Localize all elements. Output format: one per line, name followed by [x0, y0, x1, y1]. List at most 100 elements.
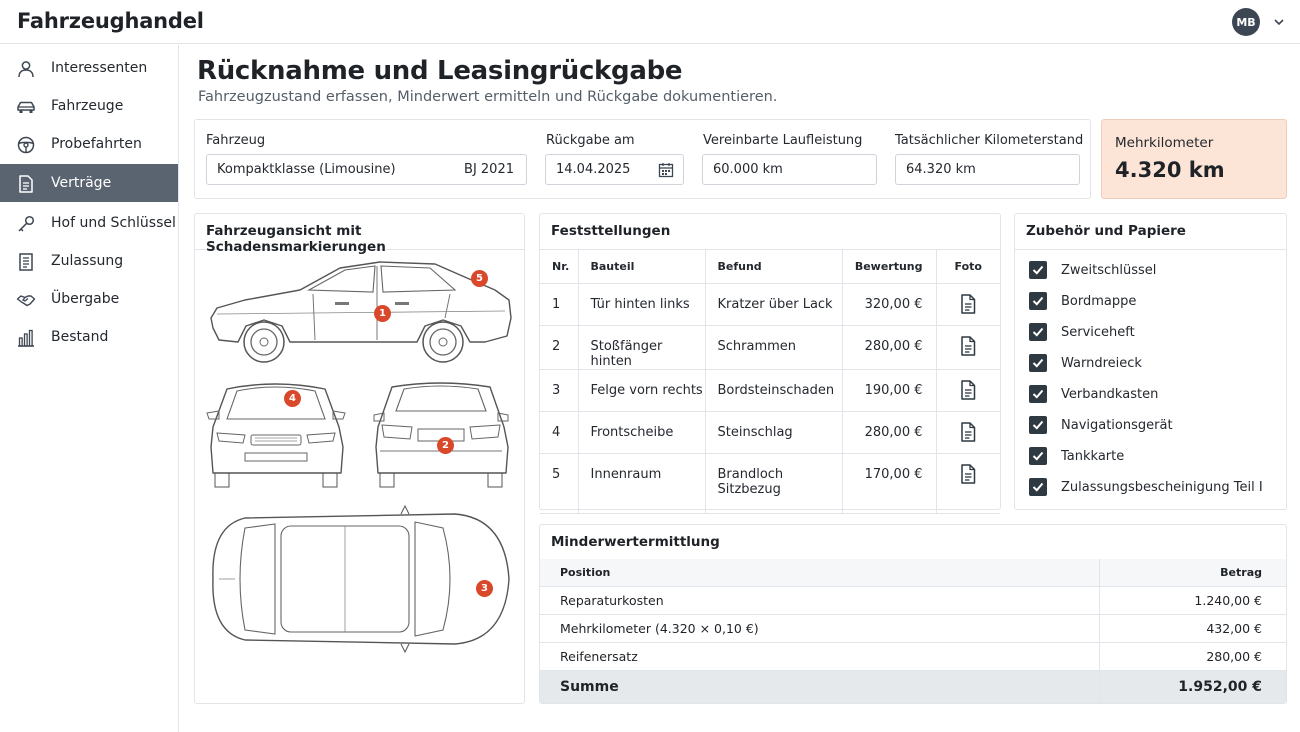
row-photo[interactable] — [936, 453, 1000, 514]
check-icon — [1032, 389, 1044, 399]
page-title: Rücknahme und Leasingrückgabe — [197, 56, 683, 86]
return-date-input[interactable]: 14.04.2025 — [545, 154, 684, 185]
row-finding: Steinschlag — [705, 411, 843, 454]
findings-table: Nr. Bauteil Befund Bewertung Foto 1 Tür h… — [540, 250, 1000, 514]
vehicle-value: Kompaktklasse (Limousine) — [217, 162, 396, 177]
vehicle-label: Fahrzeug — [206, 133, 266, 148]
row-part: Felge vorn rechts — [578, 369, 706, 412]
car-top-view[interactable] — [205, 504, 515, 654]
checklist-label: Zweitschlüssel — [1061, 262, 1157, 278]
checkbox[interactable] — [1029, 261, 1047, 279]
damage-marker-5[interactable]: 5 — [471, 270, 488, 287]
photo-document-icon[interactable] — [960, 379, 976, 400]
damage-marker-1[interactable]: 1 — [374, 305, 391, 322]
checkbox[interactable] — [1029, 478, 1047, 496]
row-photo[interactable] — [936, 325, 1000, 370]
chevron-down-icon[interactable] — [1271, 14, 1287, 30]
amount-cell: 280,00 € — [1098, 642, 1286, 671]
checkbox[interactable] — [1029, 416, 1047, 434]
sum-row: Summe 1.952,00 € — [540, 670, 1286, 703]
damage-marker-3[interactable]: 3 — [476, 580, 493, 597]
handshake-icon — [16, 295, 36, 307]
sidebar-item-hof-und-schluessel[interactable]: Hof und Schlüssel — [0, 204, 178, 242]
car-front-view[interactable] — [205, 377, 350, 492]
sidebar-item-vertraege[interactable]: Verträge — [0, 164, 178, 202]
app-title: Fahrzeughandel — [17, 9, 204, 33]
user-avatar[interactable]: MB — [1232, 8, 1260, 36]
checkbox[interactable] — [1029, 323, 1047, 341]
actual-mileage-input[interactable]: 64.320 km — [895, 154, 1080, 185]
damage-marker-2[interactable]: 2 — [437, 437, 454, 454]
table-row: 1 Tür hinten links Kratzer über Lack 320,00… — [540, 283, 1000, 326]
row-nr: 4 — [540, 411, 579, 454]
position-cell: Reparaturkosten — [540, 586, 1099, 615]
damage-marker-4[interactable]: 4 — [284, 390, 301, 407]
table-row: 5 Innenraum Brandloch Sitzbezug 170,00 € — [540, 453, 1000, 514]
checklist-item[interactable]: Verbandkasten — [1029, 384, 1158, 404]
position-cell: Mehrkilometer (4.320 × 0,10 €) — [540, 614, 1099, 643]
sidebar-item-label: Probefahrten — [51, 136, 142, 152]
excess-km-card: Mehrkilometer 4.320 km — [1101, 119, 1287, 199]
depreciation-table: Position Betrag Reparaturkosten 1.240,00… — [540, 559, 1286, 703]
checklist-item[interactable]: Navigationsgerät — [1029, 415, 1173, 435]
checkbox[interactable] — [1029, 447, 1047, 465]
checklist-label: Tankkarte — [1061, 448, 1125, 464]
checklist-label: Verbandkasten — [1061, 386, 1159, 402]
accessories-title: Zubehör und Papiere — [1026, 223, 1186, 239]
checklist-item[interactable]: Tankkarte — [1029, 446, 1124, 466]
sidebar-item-zulassung[interactable]: Zulassung — [0, 242, 178, 280]
row-nr: 2 — [540, 325, 579, 370]
checkbox[interactable] — [1029, 385, 1047, 403]
findings-title: Feststtellungen — [551, 223, 671, 239]
photo-document-icon[interactable] — [960, 421, 976, 442]
checklist-item[interactable]: Bordmappe — [1029, 291, 1136, 311]
row-nr: 5 — [540, 453, 579, 514]
photo-document-icon[interactable] — [960, 463, 976, 484]
sidebar-item-uebergabe[interactable]: Übergabe — [0, 280, 178, 318]
sidebar-item-bestand[interactable]: Bestand — [0, 318, 178, 356]
col-position: Position — [540, 559, 1099, 587]
sidebar-item-label: Verträge — [51, 175, 112, 191]
accessories-panel: Zubehör und Papiere Zweitschlüssel Bordma… — [1014, 213, 1287, 510]
row-value: 320,00 € — [842, 283, 937, 326]
sidebar-item-probefahrten[interactable]: Probefahrten — [0, 125, 178, 163]
checklist-label: Warndreieck — [1061, 355, 1142, 371]
row-finding: Brandloch Sitzbezug — [705, 453, 843, 514]
checklist-item[interactable]: Serviceheft — [1029, 322, 1135, 342]
bar-chart-icon — [18, 329, 34, 347]
sidebar-item-fahrzeuge[interactable]: Fahrzeuge — [0, 87, 178, 125]
checkbox[interactable] — [1029, 292, 1047, 310]
actual-mileage-label: Tatsächlicher Kilometerstand — [895, 133, 1084, 148]
row-photo[interactable] — [936, 283, 1000, 326]
key-icon — [18, 215, 35, 232]
sidebar-item-interessenten[interactable]: Interessenten — [0, 49, 178, 87]
top-bar: Fahrzeughandel MB — [0, 0, 1300, 44]
row-photo[interactable] — [936, 369, 1000, 412]
checklist-label: Serviceheft — [1061, 324, 1135, 340]
return-date-value: 14.04.2025 — [556, 162, 631, 177]
photo-document-icon[interactable] — [960, 293, 976, 314]
car-side-view[interactable] — [205, 256, 515, 366]
photo-document-icon[interactable] — [960, 335, 976, 356]
row-value: 280,00 € — [842, 325, 937, 370]
sum-label: Summe — [540, 670, 1099, 703]
car-rear-view[interactable] — [370, 377, 515, 492]
checklist-item[interactable]: Warndreieck — [1029, 353, 1142, 373]
col-value: Bewertung — [842, 250, 937, 284]
col-finding: Befund — [705, 250, 843, 284]
row-finding: Schrammen — [705, 325, 843, 370]
sum-value: 1.952,00 € — [1098, 670, 1286, 703]
agreed-mileage-input[interactable]: 60.000 km — [702, 154, 877, 185]
excess-km-value: 4.320 km — [1115, 158, 1225, 182]
col-photo: Foto — [936, 250, 1000, 284]
excess-km-label: Mehrkilometer — [1115, 135, 1214, 151]
checklist-item[interactable]: Zulassungsbescheinigung Teil I — [1029, 477, 1263, 497]
vehicle-select[interactable]: Kompaktklasse (Limousine) BJ 2021 — [206, 154, 527, 185]
calendar-icon[interactable] — [658, 162, 674, 178]
checklist-item[interactable]: Zweitschlüssel — [1029, 260, 1156, 280]
col-amount: Betrag — [1098, 559, 1286, 587]
checkbox[interactable] — [1029, 354, 1047, 372]
sidebar-item-label: Interessenten — [51, 60, 148, 76]
row-photo[interactable] — [936, 411, 1000, 454]
row-part: Tür hinten links — [578, 283, 706, 326]
